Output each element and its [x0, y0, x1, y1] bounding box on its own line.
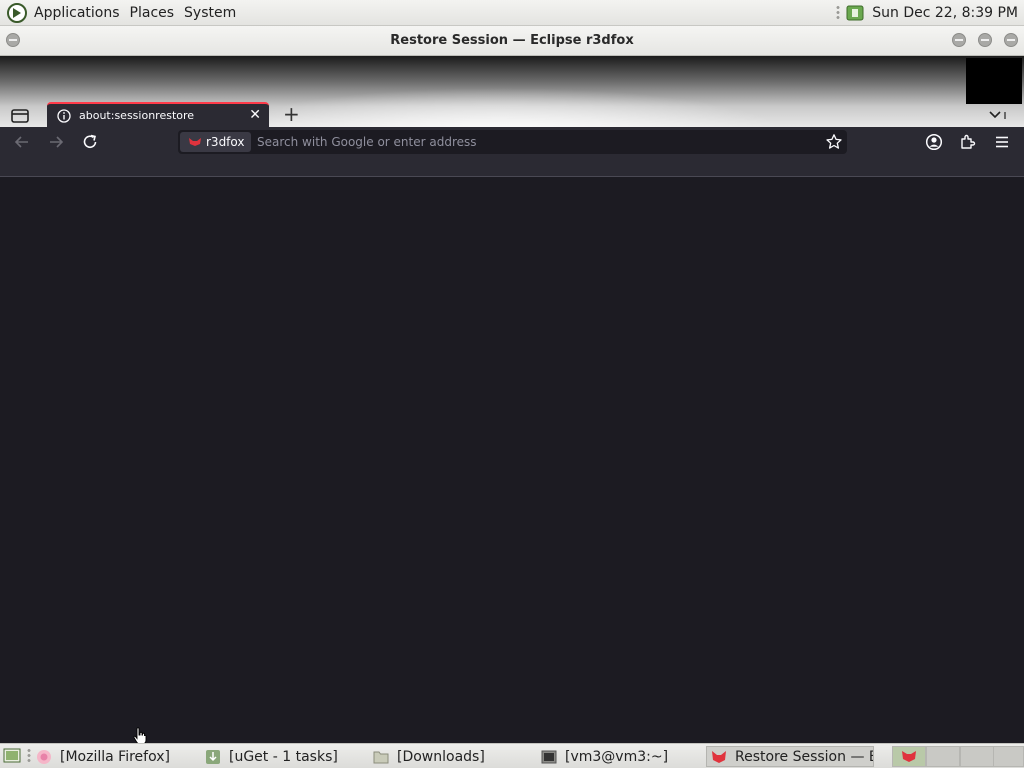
address-input[interactable] — [257, 132, 812, 152]
tab-manager-icon[interactable] — [10, 106, 30, 124]
task-label: [Mozilla Firefox] — [60, 748, 170, 765]
back-arrow-icon[interactable] — [13, 133, 31, 151]
theme-image-block — [966, 58, 1022, 104]
close-window-button[interactable] — [1004, 33, 1018, 47]
browser-identity-box[interactable]: r3dfox — [180, 132, 252, 152]
task-label: [uGet - 1 tasks] — [229, 748, 338, 765]
page-content[interactable] — [0, 177, 1024, 745]
menu-system[interactable]: System — [179, 5, 241, 21]
tab-title: about:sessionrestore — [79, 109, 195, 122]
url-bar[interactable]: r3dfox — [178, 130, 847, 154]
show-desktop-icon[interactable] — [3, 747, 21, 765]
taskbar: [Mozilla Firefox] [uGet - 1 tasks] [Down… — [0, 743, 1024, 768]
workspace-1[interactable] — [892, 746, 926, 767]
task-label: Restore Session — E... — [735, 748, 873, 765]
terminal-icon — [541, 750, 557, 763]
reload-icon[interactable] — [81, 133, 99, 151]
r3dfox-mini-icon — [902, 751, 916, 762]
task-uget[interactable]: [uGet - 1 tasks] — [205, 746, 365, 767]
minimize-button[interactable] — [952, 33, 966, 47]
window-title: Restore Session — Eclipse r3dfox — [390, 33, 634, 48]
workspace-2[interactable] — [926, 746, 960, 767]
network-tray-icon[interactable] — [846, 4, 864, 22]
identity-label: r3dfox — [206, 135, 245, 149]
window-titlebar[interactable]: Restore Session — Eclipse r3dfox — [0, 26, 1024, 56]
clock[interactable]: Sun Dec 22, 8:39 PM — [872, 5, 1024, 21]
task-terminal[interactable]: [vm3@vm3:~] — [541, 746, 701, 767]
menu-applications[interactable]: Applications — [29, 5, 125, 21]
browser-tabstrip: about:sessionrestore ✕ + — [0, 56, 1024, 128]
menu-places[interactable]: Places — [125, 5, 180, 21]
folder-icon — [373, 751, 389, 763]
top-panel: Applications Places System Sun Dec 22, 8… — [0, 0, 1024, 26]
tab-sessionrestore[interactable]: about:sessionrestore ✕ — [47, 102, 269, 128]
bookmark-star-icon[interactable] — [825, 133, 843, 151]
account-icon[interactable] — [925, 133, 943, 151]
workspace-3[interactable] — [960, 746, 994, 767]
task-mozilla-firefox[interactable]: [Mozilla Firefox] — [36, 746, 196, 767]
workspace-4[interactable] — [993, 746, 1024, 767]
nav-toolbar: r3dfox — [0, 127, 1024, 157]
panel-handle[interactable] — [836, 4, 841, 21]
task-downloads[interactable]: [Downloads] — [373, 746, 533, 767]
r3dfox-icon — [712, 750, 726, 763]
maximize-button[interactable] — [978, 33, 992, 47]
taskbar-handle[interactable] — [27, 748, 31, 764]
distro-logo-icon[interactable] — [7, 2, 27, 23]
tab-close-icon[interactable]: ✕ — [249, 107, 261, 123]
hamburger-menu-icon[interactable] — [993, 133, 1011, 151]
task-label: [vm3@vm3:~] — [565, 748, 669, 765]
forward-arrow-icon[interactable] — [47, 133, 65, 151]
uget-icon — [206, 749, 220, 764]
info-icon — [57, 109, 71, 123]
task-label: [Downloads] — [397, 748, 485, 765]
task-restore-session[interactable]: Restore Session — E... — [706, 746, 874, 767]
firefox-icon — [37, 749, 51, 764]
extensions-icon[interactable] — [959, 133, 977, 151]
bookmarks-toolbar-area — [0, 157, 1024, 177]
list-all-tabs-icon[interactable] — [988, 109, 1008, 121]
new-tab-button[interactable]: + — [283, 104, 300, 124]
r3dfox-logo-icon — [189, 138, 201, 146]
